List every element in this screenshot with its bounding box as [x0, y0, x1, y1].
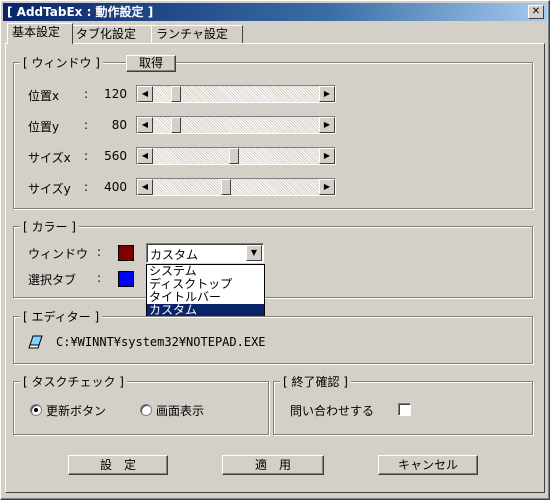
size-x-label: サイズx — [28, 151, 71, 165]
slider-thumb[interactable] — [171, 117, 181, 133]
position-x-slider[interactable]: ◀ ▶ — [136, 85, 336, 103]
selected-tab-color-colon: : — [97, 271, 102, 285]
chevron-down-icon[interactable]: ▼ — [246, 245, 262, 261]
window-group: [ ウィンドウ ] 取得 位置x : 120 ◀ ▶ 位置y : 80 ◀ ▶ … — [13, 54, 533, 209]
size-y-slider[interactable]: ◀ ▶ — [136, 178, 336, 196]
scroll-left-icon[interactable]: ◀ — [137, 86, 153, 102]
tab-tabify-settings[interactable]: タブ化設定 — [71, 25, 153, 43]
apply-button[interactable]: 適 用 — [222, 455, 324, 475]
tab-launcher-settings[interactable]: ランチャ設定 — [151, 25, 243, 43]
scroll-right-icon[interactable]: ▶ — [319, 148, 335, 164]
color-preset-value: カスタム — [150, 248, 199, 262]
position-y-slider[interactable]: ◀ ▶ — [136, 116, 336, 134]
position-y-value: 80 — [111, 118, 127, 132]
radio-screen-display[interactable] — [140, 404, 152, 416]
color-group-title: [ カラー ] — [20, 218, 79, 235]
cancel-button[interactable]: キャンセル — [378, 455, 478, 475]
color-preset-dropdown[interactable]: システム ディスクトップ タイトルバー カスタム — [146, 264, 265, 318]
taskcheck-group: [ タスクチェック ] 更新ボタン 画面表示 — [13, 373, 269, 435]
settings-button[interactable]: 設 定 — [68, 455, 168, 475]
scroll-left-icon[interactable]: ◀ — [137, 148, 153, 164]
color-group: [ カラー ] ウィンドウ : 選択タブ : カスタム ▼ システム ディスクト… — [13, 218, 533, 318]
tab-basic-settings[interactable]: 基本設定 — [7, 23, 73, 44]
size-x-slider[interactable]: ◀ ▶ — [136, 147, 336, 165]
radio-update-button[interactable] — [30, 404, 42, 416]
window-color-swatch[interactable] — [118, 245, 134, 261]
scroll-right-icon[interactable]: ▶ — [319, 117, 335, 133]
exit-confirm-group: [ 終了確認 ] 問い合わせする — [273, 373, 533, 435]
slider-thumb[interactable] — [171, 86, 181, 102]
window-title: [ AddTabEx : 動作設定 ] — [7, 5, 154, 19]
ask-confirm-label: 問い合わせする — [290, 404, 375, 418]
scroll-right-icon[interactable]: ▶ — [319, 86, 335, 102]
taskcheck-group-title: [ タスクチェック ] — [20, 373, 127, 390]
window-color-label: ウィンドウ — [28, 247, 89, 261]
radio-screen-display-label: 画面表示 — [156, 404, 205, 418]
selected-tab-color-swatch[interactable] — [118, 271, 134, 287]
close-icon[interactable]: ✕ — [528, 5, 544, 19]
position-x-label: 位置x — [28, 89, 60, 103]
title-bar[interactable]: [ AddTabEx : 動作設定 ] ✕ — [3, 3, 547, 21]
exit-confirm-group-title: [ 終了確認 ] — [280, 373, 351, 390]
size-y-colon: : — [84, 180, 89, 194]
size-x-colon: : — [84, 149, 89, 163]
window-group-title: [ ウィンドウ ] — [20, 54, 103, 71]
position-y-label: 位置y — [28, 120, 60, 134]
radio-dot — [34, 408, 38, 412]
dialog-window: [ AddTabEx : 動作設定 ] ✕ 基本設定 タブ化設定 ランチャ設定 … — [0, 0, 550, 500]
tab-panel: [ ウィンドウ ] 取得 位置x : 120 ◀ ▶ 位置y : 80 ◀ ▶ … — [5, 43, 545, 493]
position-x-value: 120 — [104, 87, 127, 101]
size-y-value: 400 — [104, 180, 127, 194]
size-x-value: 560 — [104, 149, 127, 163]
position-x-colon: : — [84, 87, 89, 101]
slider-thumb[interactable] — [221, 179, 231, 195]
editor-group: [ エディター ] C:¥WINNT¥system32¥NOTEPAD.EXE — [13, 308, 533, 364]
position-y-colon: : — [84, 118, 89, 132]
radio-update-button-label: 更新ボタン — [46, 404, 107, 418]
size-y-label: サイズy — [28, 182, 71, 196]
pencil-eraser-icon — [28, 334, 44, 350]
scroll-left-icon[interactable]: ◀ — [137, 117, 153, 133]
editor-path: C:¥WINNT¥system32¥NOTEPAD.EXE — [56, 335, 266, 349]
get-button[interactable]: 取得 — [126, 55, 176, 72]
ask-confirm-checkbox[interactable] — [398, 403, 411, 416]
color-preset-select[interactable]: カスタム ▼ — [146, 243, 264, 263]
scroll-right-icon[interactable]: ▶ — [319, 179, 335, 195]
scroll-left-icon[interactable]: ◀ — [137, 179, 153, 195]
slider-thumb[interactable] — [229, 148, 239, 164]
window-color-colon: : — [97, 245, 102, 259]
selected-tab-color-label: 選択タブ — [28, 273, 77, 287]
editor-group-title: [ エディター ] — [20, 308, 103, 325]
